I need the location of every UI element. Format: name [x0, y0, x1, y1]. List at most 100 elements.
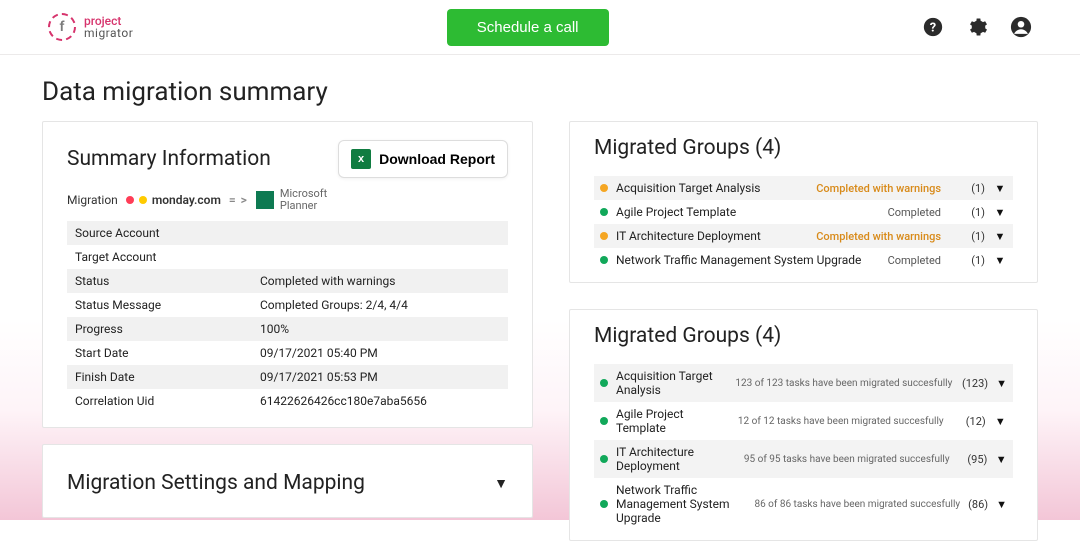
group-name: Acquisition Target Analysis [616, 181, 808, 195]
summary-rows: Source Account Target Account StatusComple… [67, 221, 508, 413]
summary-row: Source Account [67, 221, 508, 245]
summary-row-label: Start Date [75, 346, 260, 360]
brand-logo: f project migrator [48, 13, 133, 41]
group-status: Completed [888, 254, 941, 267]
summary-row: StatusCompleted with warnings [67, 269, 508, 293]
chevron-down-icon[interactable]: ▼ [494, 475, 508, 492]
svg-text:?: ? [930, 21, 936, 36]
chevron-down-icon[interactable]: ▼ [993, 254, 1007, 267]
summary-row-label: Correlation Uid [75, 394, 260, 408]
chevron-down-icon[interactable]: ▼ [993, 230, 1007, 243]
group-task-message: 12 of 12 tasks have been migrated succes… [738, 416, 944, 427]
target-brand: Microsoft Planner [256, 188, 327, 211]
summary-row: Progress100% [67, 317, 508, 341]
migration-path: Migration monday.com = > Microsoft Plann… [67, 188, 508, 211]
group-count: (123) [960, 377, 988, 390]
summary-row-value: 100% [260, 322, 289, 336]
group-status-row[interactable]: Agile Project Template Completed (1) ▼ [594, 200, 1013, 224]
account-icon[interactable] [1010, 16, 1032, 38]
summary-row-value: 09/17/2021 05:53 PM [260, 370, 378, 384]
group-tasks-row[interactable]: IT Architecture Deployment 95 of 95 tasks… [594, 440, 1013, 478]
migrated-groups-status-card: Migrated Groups (4) Acquisition Target A… [569, 121, 1038, 283]
page-body: Data migration summary Summary Informati… [0, 55, 1080, 541]
status-dot-icon [600, 417, 608, 425]
group-tasks-row[interactable]: Network Traffic Management System Upgrad… [594, 478, 1013, 530]
group-name: Network Traffic Management System Upgrad… [616, 253, 880, 267]
summary-row-label: Target Account [75, 250, 260, 264]
summary-row-value: 09/17/2021 05:40 PM [260, 346, 378, 360]
summary-row: Correlation Uid61422626426cc180e7aba5656 [67, 389, 508, 413]
chevron-down-icon[interactable]: ▼ [995, 453, 1007, 466]
status-dot-icon [600, 500, 608, 508]
group-count: (12) [952, 415, 986, 428]
migrated-groups-tasks-card: Migrated Groups (4) Acquisition Target A… [569, 309, 1038, 541]
groups-status-list: Acquisition Target Analysis Completed wit… [594, 176, 1013, 272]
summary-row: Start Date09/17/2021 05:40 PM [67, 341, 508, 365]
summary-row-label: Status [75, 274, 260, 288]
group-count: (1) [949, 182, 985, 195]
target-brand-line2: Planner [280, 199, 317, 212]
summary-row: Target Account [67, 245, 508, 269]
status-dot-icon [600, 379, 608, 387]
status-dot-icon [600, 455, 608, 463]
summary-row-label: Progress [75, 322, 260, 336]
summary-heading: Summary Information [67, 147, 271, 171]
settings-card: Migration Settings and Mapping ▼ [42, 444, 533, 518]
status-dot-icon [600, 256, 608, 264]
group-count: (1) [949, 254, 985, 267]
group-task-message: 123 of 123 tasks have been migrated succ… [735, 378, 952, 389]
group-count: (1) [949, 206, 985, 219]
excel-icon: x [351, 149, 371, 169]
summary-card: Summary Information x Download Report Mi… [42, 121, 533, 428]
group-name: IT Architecture Deployment [616, 445, 736, 473]
group-task-message: 95 of 95 tasks have been migrated succes… [744, 454, 950, 465]
summary-row-label: Status Message [75, 298, 260, 312]
groups-tasks-list: Acquisition Target Analysis 123 of 123 ta… [594, 364, 1013, 530]
settings-heading: Migration Settings and Mapping [67, 471, 365, 495]
schedule-call-button[interactable]: Schedule a call [447, 9, 609, 46]
monday-dot-icon [126, 196, 134, 204]
group-status: Completed with warnings [816, 182, 941, 195]
group-tasks-row[interactable]: Agile Project Template12 of 12 tasks hav… [594, 402, 1013, 440]
group-count: (95) [958, 453, 988, 466]
groups-status-heading: Migrated Groups (4) [594, 136, 1013, 160]
gear-icon[interactable] [966, 16, 988, 38]
chevron-down-icon[interactable]: ▼ [994, 415, 1007, 428]
group-name: IT Architecture Deployment [616, 229, 808, 243]
download-report-button[interactable]: x Download Report [338, 140, 508, 178]
group-status: Completed with warnings [816, 230, 941, 243]
group-status-row[interactable]: IT Architecture Deployment Completed with… [594, 224, 1013, 248]
help-icon[interactable]: ? [922, 16, 944, 38]
status-dot-icon [600, 232, 608, 240]
group-status-row[interactable]: Network Traffic Management System Upgrad… [594, 248, 1013, 272]
chevron-down-icon[interactable]: ▼ [993, 182, 1007, 195]
group-name: Agile Project Template [616, 205, 880, 219]
summary-row-value: Completed with warnings [260, 274, 395, 288]
app-header: f project migrator Schedule a call ? [0, 0, 1080, 55]
groups-tasks-heading: Migrated Groups (4) [594, 324, 1013, 348]
group-name: Network Traffic Management System Upgrad… [616, 483, 746, 525]
group-count: (86) [968, 498, 988, 511]
group-status: Completed [888, 206, 941, 219]
summary-row-label: Source Account [75, 226, 260, 240]
summary-row-value: Completed Groups: 2/4, 4/4 [260, 298, 408, 312]
source-brand-text: monday.com [152, 193, 221, 207]
summary-row-value: 61422626426cc180e7aba5656 [260, 394, 427, 408]
brand-line2: migrator [84, 27, 133, 39]
status-dot-icon [600, 208, 608, 216]
chevron-down-icon[interactable]: ▼ [996, 377, 1007, 390]
chevron-down-icon[interactable]: ▼ [996, 498, 1007, 511]
migration-label: Migration [67, 193, 118, 207]
group-status-row[interactable]: Acquisition Target Analysis Completed wit… [594, 176, 1013, 200]
chevron-down-icon[interactable]: ▼ [993, 206, 1007, 219]
status-dot-icon [600, 184, 608, 192]
page-title: Data migration summary [42, 77, 1038, 107]
summary-row: Finish Date09/17/2021 05:53 PM [67, 365, 508, 389]
download-report-label: Download Report [379, 151, 495, 167]
source-brand: monday.com [126, 193, 221, 207]
group-tasks-row[interactable]: Acquisition Target Analysis 123 of 123 ta… [594, 364, 1013, 402]
group-name: Acquisition Target Analysis [616, 369, 727, 397]
monday-dot-icon [139, 196, 147, 204]
group-count: (1) [949, 230, 985, 243]
arrow-icon: = > [229, 193, 248, 207]
